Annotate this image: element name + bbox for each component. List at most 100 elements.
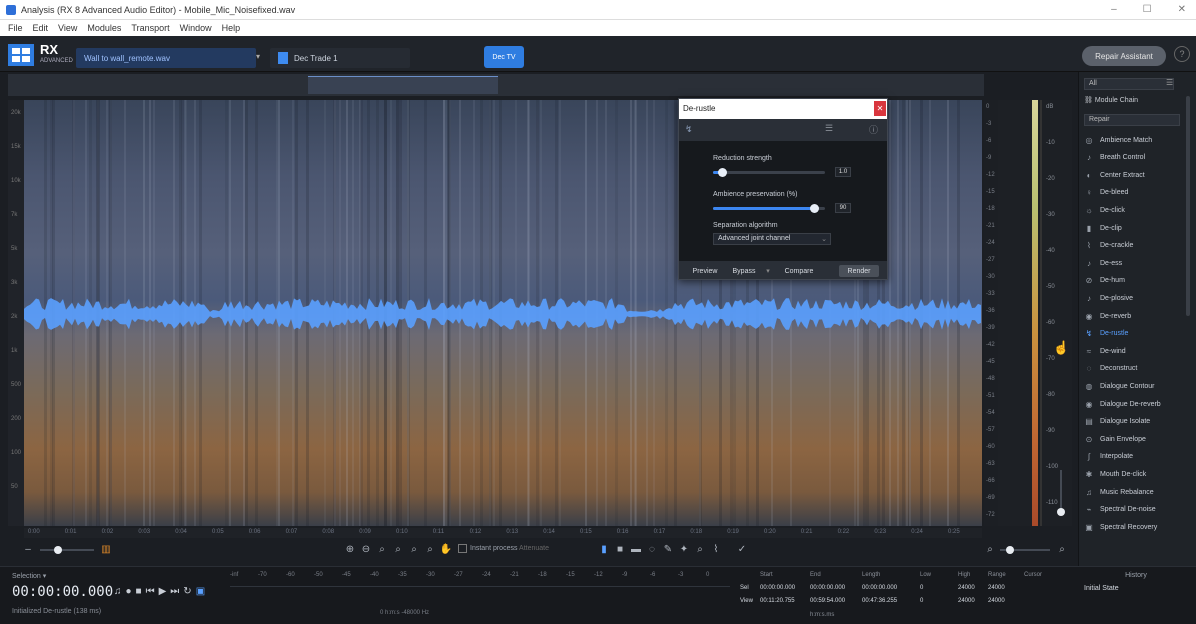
reduction-strength-knob[interactable]	[717, 168, 727, 177]
menu-modules[interactable]: Modules	[87, 23, 121, 33]
overview-view-region[interactable]	[308, 76, 498, 94]
menu-edit[interactable]: Edit	[33, 23, 49, 33]
zoom-in-vertical-icon[interactable]: ⌕	[1056, 543, 1068, 555]
module-item[interactable]: ♪ Breath Control	[1084, 150, 1184, 166]
reduction-strength-value[interactable]: 1.0	[835, 167, 851, 177]
module-filter-select[interactable]: All	[1084, 78, 1174, 90]
module-item[interactable]: ↯ De-rustle	[1084, 326, 1184, 342]
module-item[interactable]: ☼ De-click	[1084, 202, 1184, 218]
ambience-preservation-value[interactable]: 90	[835, 203, 851, 213]
hand-tool-icon[interactable]: ✋	[440, 543, 452, 555]
module-item[interactable]: ♪ De-plosive	[1084, 290, 1184, 306]
module-item[interactable]: ≈ De-wind	[1084, 343, 1184, 359]
menu-window[interactable]: Window	[180, 23, 212, 33]
active-clip-tab[interactable]: Dec TV	[484, 46, 524, 68]
module-item[interactable]: ◎ Ambience Match	[1084, 132, 1184, 148]
headphones-icon[interactable]: ♫	[114, 586, 122, 597]
vertical-zoom-knob[interactable]	[1057, 508, 1065, 516]
play-icon[interactable]: ▶	[159, 586, 167, 597]
lasso-tool-icon[interactable]: ◌	[646, 543, 658, 555]
module-item[interactable]: ⌁ Spectral De-noise	[1084, 502, 1184, 518]
module-item[interactable]: ◉ Dialogue De-reverb	[1084, 396, 1184, 412]
dialog-help-icon[interactable]: ⓘ	[869, 123, 878, 136]
time-freq-selection-icon[interactable]: ▬	[630, 543, 642, 555]
time-selection-tool-icon[interactable]: ▮	[598, 543, 610, 555]
magic-wand-icon[interactable]: ✦	[678, 543, 690, 555]
zoom-out-vertical-icon[interactable]: ⌕	[984, 543, 996, 555]
previous-icon[interactable]: ⏮	[146, 586, 155, 597]
next-icon[interactable]: ⏭	[170, 586, 179, 597]
menu-help[interactable]: Help	[222, 23, 241, 33]
bypass-button[interactable]: Bypass	[727, 265, 761, 277]
module-item[interactable]: ◍ Dialogue Contour	[1084, 378, 1184, 394]
reduction-strength-slider[interactable]	[713, 168, 825, 177]
zoom-out-icon[interactable]: ⊖	[360, 543, 372, 555]
zoom-fit-icon[interactable]: ⌕	[392, 543, 404, 555]
module-chain-button[interactable]: ⛓ Module Chain	[1084, 96, 1138, 104]
render-button[interactable]: Render	[839, 265, 879, 277]
module-item[interactable]: ▮ De-clip	[1084, 220, 1184, 236]
pencil-icon[interactable]: ✓	[736, 543, 748, 555]
zoom-out-horizontal-icon[interactable]: –	[22, 543, 34, 555]
module-item[interactable]: ⊙ Gain Envelope	[1084, 431, 1184, 447]
minimize-button[interactable]: –	[1111, 4, 1117, 15]
stop-icon[interactable]: ■	[136, 586, 142, 597]
selection-mode-label[interactable]: Selection ▾	[12, 572, 46, 580]
file-dropdown-icon[interactable]: ▾	[256, 52, 260, 61]
freq-selection-tool-icon[interactable]: ■	[614, 543, 626, 555]
harmonic-select-icon[interactable]: ⌕	[694, 543, 706, 555]
ambience-preservation-knob[interactable]	[809, 204, 819, 213]
module-item[interactable]: ✱ Mouth De-click	[1084, 466, 1184, 482]
module-item[interactable]: ♫ Music Rebalance	[1084, 484, 1184, 500]
spectrum-icon[interactable]: ⌇	[710, 543, 722, 555]
menu-view[interactable]: View	[58, 23, 77, 33]
module-item[interactable]: ◌ Deconstruct	[1084, 361, 1184, 377]
instant-playback-icon[interactable]: ▣	[196, 586, 205, 597]
menu-file[interactable]: File	[8, 23, 23, 33]
maximize-button[interactable]: ☐	[1143, 4, 1152, 15]
vertical-zoom-slider[interactable]	[1057, 470, 1065, 516]
module-item[interactable]: ⊘ De-hum	[1084, 273, 1184, 289]
presets-menu-icon[interactable]: ☰	[825, 123, 833, 134]
module-group-select[interactable]: Repair	[1084, 114, 1180, 126]
list-view-icon[interactable]: ☰	[1166, 78, 1176, 90]
module-item[interactable]: ▤ Dialogue Isolate	[1084, 414, 1184, 430]
loop-icon[interactable]: ↻	[183, 586, 191, 597]
clip-tab[interactable]: Dec Trade 1	[270, 48, 410, 68]
module-list-scrollbar[interactable]	[1186, 96, 1190, 316]
module-item[interactable]: ⌇ De-crackle	[1084, 238, 1184, 254]
file-tab[interactable]: Wall to wall_remote.wav	[76, 48, 256, 68]
module-item[interactable]: ◉ De-reverb	[1084, 308, 1184, 324]
preview-button[interactable]: Preview	[687, 265, 723, 277]
horizontal-zoom-slider[interactable]	[40, 546, 94, 554]
waveform[interactable]	[24, 286, 982, 342]
zoom-time-icon[interactable]: ⌕	[408, 543, 420, 555]
module-item[interactable]: ♪ De-ess	[1084, 255, 1184, 271]
zoom-selection-icon[interactable]: ⌕	[376, 543, 388, 555]
repair-assistant-button[interactable]: Repair Assistant	[1082, 46, 1166, 66]
zoom-freq-icon[interactable]: ⌕	[424, 543, 436, 555]
module-item[interactable]: ◐ Center Extract	[1084, 167, 1184, 183]
vertical-zoom-bottom-slider[interactable]	[1000, 546, 1050, 554]
history-item[interactable]: Initial State	[1084, 585, 1119, 592]
module-item[interactable]: ∫ Interpolate	[1084, 449, 1184, 465]
overview-strip[interactable]	[8, 74, 984, 96]
instant-process-checkbox[interactable]	[458, 544, 467, 553]
ambience-preservation-slider[interactable]	[713, 204, 825, 213]
module-item[interactable]: ▣ Spectral Recovery	[1084, 519, 1184, 535]
help-icon[interactable]: ?	[1174, 46, 1190, 62]
dialog-close-button[interactable]: ✕	[874, 101, 886, 116]
compare-button[interactable]: Compare	[777, 265, 821, 277]
bypass-dropdown-icon[interactable]: ▾	[763, 265, 773, 277]
zoom-in-icon[interactable]: ⊕	[344, 543, 356, 555]
separation-algorithm-select[interactable]: Advanced joint channel ⌄	[713, 233, 831, 245]
chevron-down-icon: ⌄	[821, 236, 827, 243]
spectrogram-settings-icon[interactable]: ▥	[100, 543, 112, 555]
module-item[interactable]: ♀ De-bleed	[1084, 185, 1184, 201]
close-window-button[interactable]: ✕	[1178, 4, 1186, 15]
menu-transport[interactable]: Transport	[131, 23, 169, 33]
vertical-zoom-bottom-knob[interactable]	[1006, 546, 1014, 554]
record-icon[interactable]: ●	[126, 586, 132, 597]
horizontal-zoom-knob[interactable]	[54, 546, 62, 554]
brush-tool-icon[interactable]: ✎	[662, 543, 674, 555]
